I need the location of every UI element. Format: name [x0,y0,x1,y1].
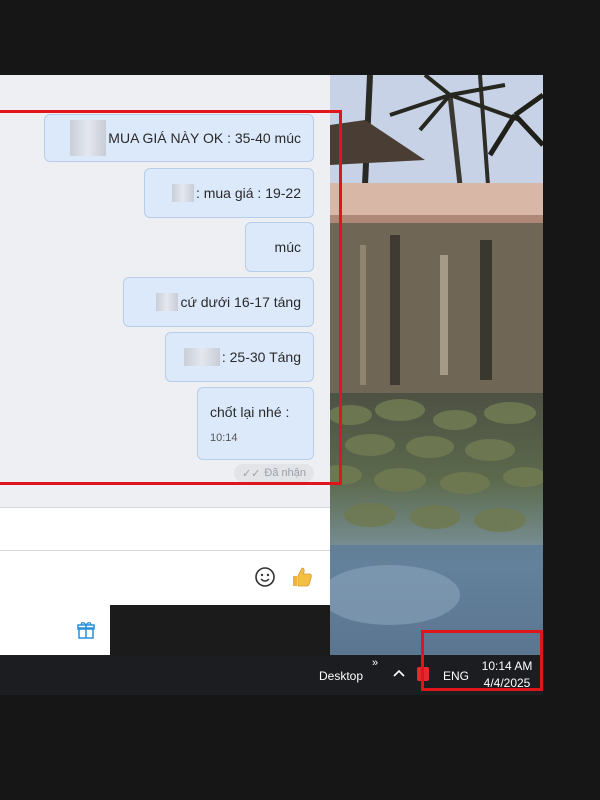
show-hidden-icons-icon[interactable] [392,666,406,683]
screen-border-top [0,0,543,75]
read-status-badge: ✓✓ Đã nhận [233,464,314,482]
chat-message[interactable]: : mua giá : 19-22 [144,168,314,218]
toolbar-more-icon[interactable]: » [372,657,378,669]
message-text: chốt lại nhé : [210,403,290,420]
chat-message[interactable]: múc [245,222,314,272]
chat-message[interactable]: cứ dưới 16-17 táng [123,277,314,327]
compose-toolbar [0,508,330,550]
message-text: : 25-30 Táng [221,349,301,365]
tray-app-icon[interactable] [417,667,429,681]
status-text: Đã nhận [264,467,306,479]
message-text: MUA GIÁ NÀY OK : 35-40 múc [108,130,301,146]
screen-border-right [543,0,600,800]
chat-message[interactable]: chốt lại nhé : 10:14 [197,387,314,460]
gift-icon[interactable] [76,620,96,640]
chat-message[interactable]: MUA GIÁ NÀY OK : 35-40 múc [44,114,314,162]
desktop-toolbar-label[interactable]: Desktop [319,669,363,683]
redacted-name [171,184,194,202]
emoji-icon[interactable] [254,566,276,588]
chat-window: MUA GIÁ NÀY OK : 35-40 múc : mua giá : 1… [0,75,330,605]
message-input[interactable] [0,551,330,605]
desktop-wallpaper [330,75,543,655]
clock-date: 4/4/2025 [483,676,531,690]
double-check-icon: ✓✓ [241,467,261,480]
thumbs-up-icon[interactable] [290,565,314,589]
clock[interactable]: 10:14 AM 4/4/2025 [476,658,538,692]
screen-border-bottom [0,695,600,800]
message-time: 10:14 [210,431,238,444]
chat-message[interactable]: : 25-30 Táng [165,332,314,382]
redacted-name [183,348,220,366]
taskbar: Desktop » ENG 10:14 AM 4/4/2025 [0,655,543,695]
message-text: : mua giá : 19-22 [195,185,301,201]
redacted-name [156,293,179,311]
side-panel [0,605,110,655]
clock-time: 10:14 AM [481,659,533,673]
message-text: múc [274,239,301,255]
redacted-name [70,120,107,156]
language-indicator[interactable]: ENG [443,669,469,683]
message-text: cứ dưới 16-17 táng [180,294,301,310]
